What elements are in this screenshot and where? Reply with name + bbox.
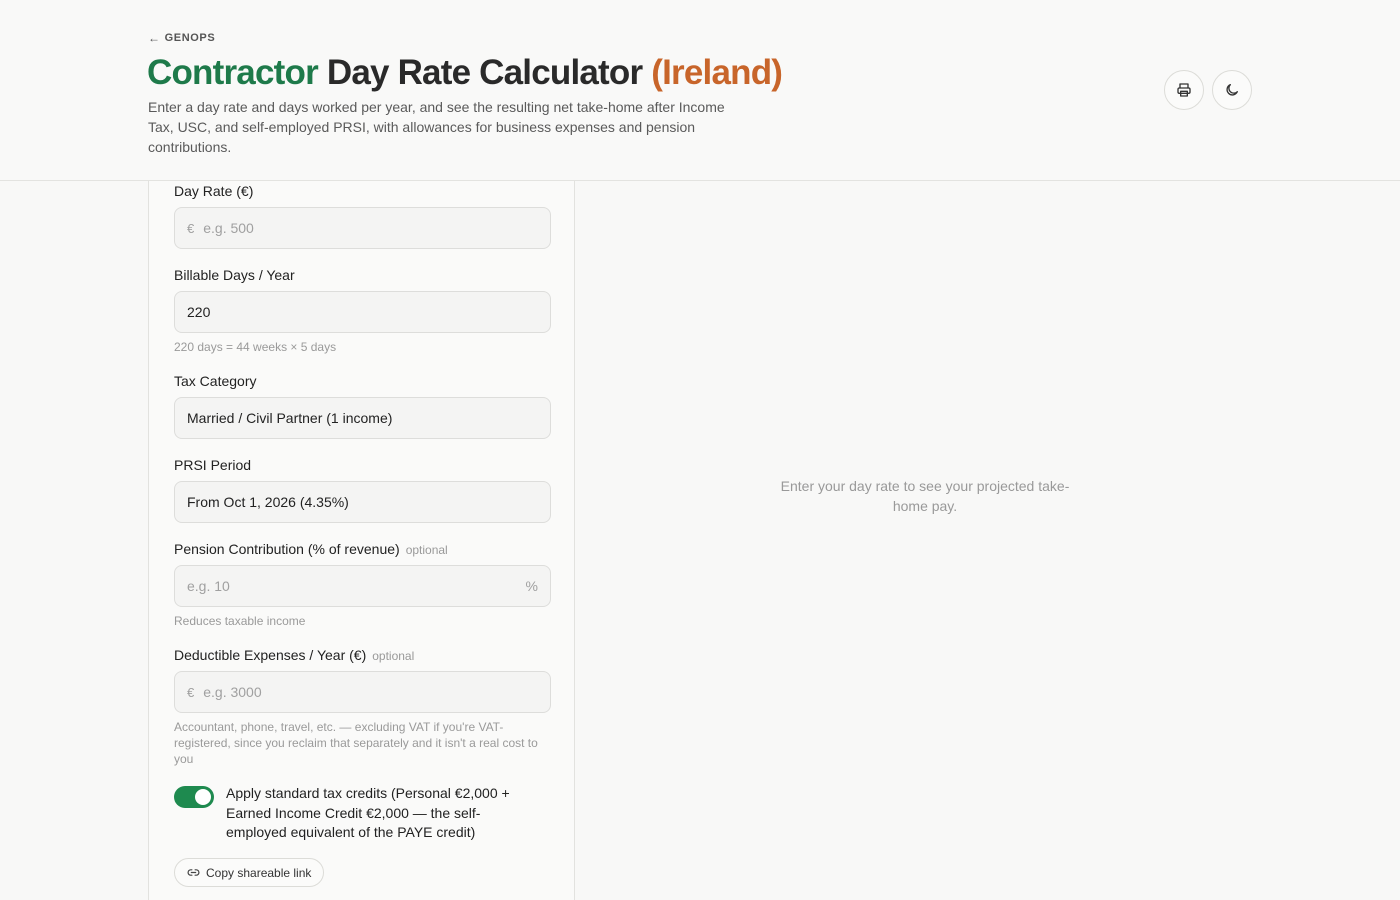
moon-icon bbox=[1226, 84, 1238, 96]
back-link-label: GENOPS bbox=[164, 32, 216, 44]
euro-prefix: € bbox=[187, 684, 195, 700]
billable-days-label: Billable Days / Year bbox=[174, 267, 295, 283]
pension-input[interactable]: e.g. 10 % bbox=[174, 565, 551, 607]
page-header: ← GENOPS Contractor Day Rate Calculator … bbox=[0, 0, 1400, 181]
prsi-period-label: PRSI Period bbox=[174, 457, 251, 473]
pension-label-text: Pension Contribution (% of revenue) bbox=[174, 541, 400, 557]
billable-days-label-text: Billable Days / Year bbox=[174, 267, 295, 283]
expenses-optional-tag: optional bbox=[372, 649, 415, 663]
page-subtitle: Enter a day rate and days worked per yea… bbox=[148, 99, 725, 155]
link-icon bbox=[187, 869, 200, 876]
toggle-knob bbox=[195, 789, 211, 805]
title-part-calculator: Day Rate Calculator bbox=[326, 53, 643, 92]
expenses-hint: Accountant, phone, travel, etc. — exclud… bbox=[174, 720, 538, 766]
prsi-period-select[interactable]: From Oct 1, 2026 (4.35%) bbox=[174, 481, 551, 523]
tax-credits-toggle[interactable] bbox=[174, 786, 214, 808]
billable-days-input[interactable]: 220 bbox=[174, 291, 551, 333]
pension-label: Pension Contribution (% of revenue) opti… bbox=[174, 541, 448, 557]
expenses-label: Deductible Expenses / Year (€) optional bbox=[174, 647, 414, 663]
day-rate-placeholder: e.g. 500 bbox=[203, 220, 254, 236]
billable-days-hint: 220 days = 44 weeks × 5 days bbox=[174, 340, 337, 354]
title-part-ireland: (Ireland) bbox=[651, 53, 783, 92]
expenses-input[interactable]: € e.g. 3000 bbox=[174, 671, 551, 713]
title-part-contractor: Contractor bbox=[147, 53, 319, 92]
tax-credits-toggle-row: Apply standard tax credits (Personal €2,… bbox=[174, 784, 534, 843]
pension-hint: Reduces taxable income bbox=[174, 614, 306, 628]
pension-placeholder: e.g. 10 bbox=[187, 578, 230, 594]
tax-category-label: Tax Category bbox=[174, 373, 256, 389]
print-button[interactable] bbox=[1164, 70, 1204, 110]
day-rate-label: Day Rate (€) bbox=[174, 183, 253, 199]
tax-credits-toggle-label: Apply standard tax credits (Personal €2,… bbox=[226, 785, 510, 840]
percent-suffix: % bbox=[525, 578, 538, 594]
expenses-placeholder: e.g. 3000 bbox=[203, 684, 262, 700]
printer-icon bbox=[1177, 83, 1191, 97]
tax-category-value: Married / Civil Partner (1 income) bbox=[187, 410, 393, 426]
arrow-left-icon: ← bbox=[148, 31, 161, 45]
tax-category-select[interactable]: Married / Civil Partner (1 income) bbox=[174, 397, 551, 439]
copy-link-label: Copy shareable link bbox=[206, 865, 312, 880]
prsi-period-label-text: PRSI Period bbox=[174, 457, 252, 473]
calculator-form: Day Rate (€) € e.g. 500 Billable Days / … bbox=[148, 181, 575, 900]
back-link[interactable]: ← GENOPS bbox=[148, 31, 215, 45]
theme-toggle-button[interactable] bbox=[1212, 70, 1252, 110]
prsi-period-value: From Oct 1, 2026 (4.35%) bbox=[187, 494, 349, 510]
pension-optional-tag: optional bbox=[405, 543, 448, 557]
tax-category-label-text: Tax Category bbox=[174, 373, 257, 389]
page-title: Contractor Day Rate Calculator (Ireland) bbox=[147, 52, 783, 94]
results-empty-message: Enter your day rate to see your projecte… bbox=[780, 478, 1070, 514]
billable-days-value: 220 bbox=[187, 304, 211, 320]
copy-link-button[interactable]: Copy shareable link bbox=[174, 858, 325, 887]
expenses-label-text: Deductible Expenses / Year (€) bbox=[174, 647, 367, 663]
day-rate-input[interactable]: € e.g. 500 bbox=[174, 207, 551, 249]
day-rate-label-text: Day Rate (€) bbox=[174, 183, 254, 199]
euro-prefix: € bbox=[187, 220, 195, 236]
